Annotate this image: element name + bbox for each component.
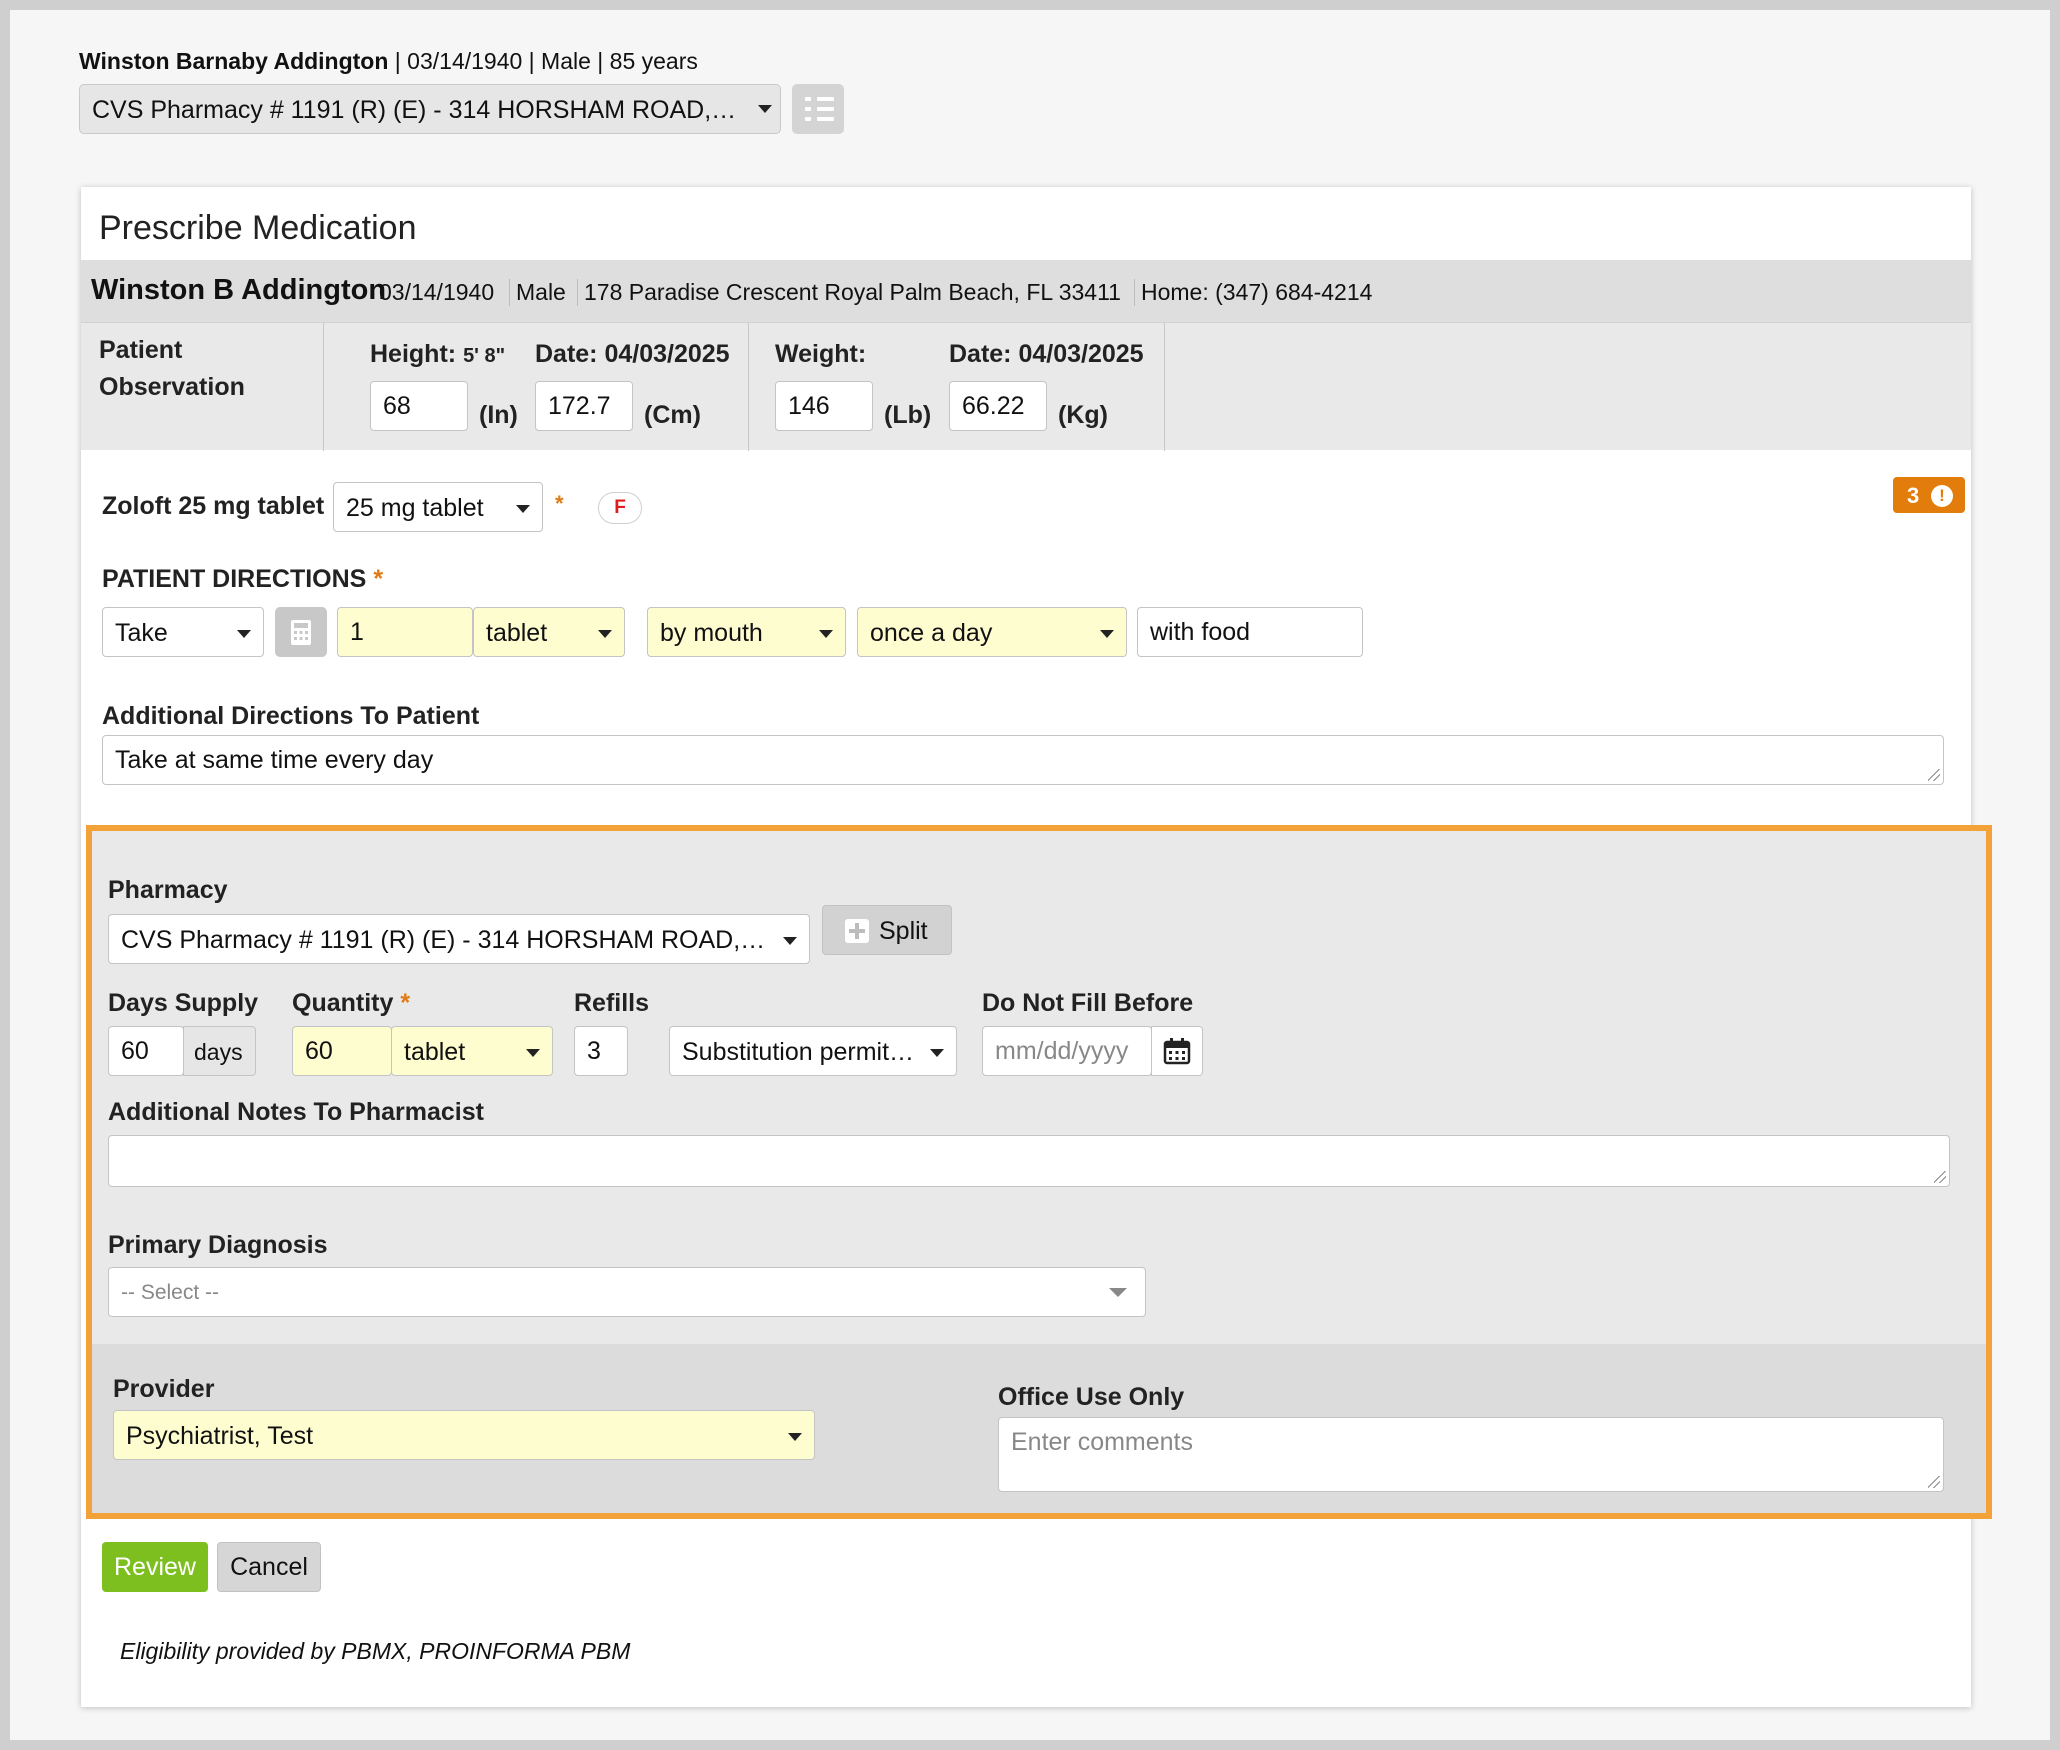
chevron-down-icon — [788, 1433, 802, 1441]
direction-extra-input[interactable]: with food — [1137, 607, 1363, 657]
weight-label: Weight: — [775, 340, 867, 368]
medication-name: Zoloft 25 mg tablet — [102, 492, 325, 520]
height-date: Date: 04/03/2025 — [535, 340, 730, 368]
height-in-unit: (In) — [479, 401, 518, 429]
pharmacy-list-button[interactable] — [792, 84, 844, 134]
refills-label: Refills — [574, 989, 650, 1017]
direction-verb-select[interactable]: Take — [102, 607, 264, 657]
page: Winston Barnaby Addington | 03/14/1940 |… — [10, 10, 2050, 1740]
patient-dob: 03/14/1940 — [379, 279, 495, 305]
office-use-label: Office Use Only — [998, 1383, 1185, 1411]
route-select[interactable]: by mouth — [647, 607, 846, 657]
notes-textarea[interactable] — [108, 1135, 1950, 1187]
height-cm-input[interactable]: 172.7 — [535, 381, 633, 431]
weight-kg-unit: (Kg) — [1058, 401, 1108, 429]
quantity-label: Quantity * — [292, 989, 411, 1017]
cancel-button[interactable]: Cancel — [217, 1542, 321, 1592]
directions-label: PATIENT DIRECTIONS * — [102, 565, 384, 593]
chevron-down-icon — [819, 630, 833, 638]
dose-input[interactable]: 1 — [337, 607, 473, 657]
split-label: Split — [879, 917, 928, 945]
alert-icon: ! — [1931, 485, 1953, 507]
height-label: Height: 5' 8" — [370, 340, 506, 368]
alert-badge[interactable]: 3 ! — [1893, 477, 1965, 513]
weight-lb-input[interactable]: 146 — [775, 381, 873, 431]
quantity-input[interactable]: 60 — [292, 1026, 392, 1076]
eligibility-note: Eligibility provided by PBMX, PROINFORMA… — [120, 1638, 631, 1664]
height-cm-unit: (Cm) — [644, 401, 701, 429]
patient-header-meta: | 03/14/1940 | Male | 85 years — [388, 48, 698, 74]
chevron-down-icon — [783, 937, 797, 945]
plus-icon — [845, 919, 869, 943]
provider-select[interactable]: Psychiatrist, Test — [113, 1410, 815, 1460]
pharmacy-selector[interactable]: CVS Pharmacy # 1191 (R) (E) - 314 HORSHA… — [79, 84, 781, 134]
observation-label-1: Patient — [99, 336, 183, 364]
additional-directions-textarea[interactable]: Take at same time every day — [102, 735, 1944, 785]
medication-form-select[interactable]: 25 mg tablet — [333, 482, 543, 532]
quantity-unit-select[interactable]: tablet — [391, 1026, 553, 1076]
chevron-down-icon — [598, 630, 612, 638]
chevron-down-icon — [1109, 1288, 1127, 1297]
dose-unit-select[interactable]: tablet — [473, 607, 625, 657]
pharmacy-label: Pharmacy — [108, 876, 228, 904]
chevron-down-icon — [516, 505, 530, 513]
patient-header: Winston Barnaby Addington | 03/14/1940 |… — [79, 48, 698, 75]
chevron-down-icon — [930, 1049, 944, 1057]
patient-phone: Home: (347) 684-4214 — [1134, 279, 1372, 306]
days-unit: days — [183, 1026, 256, 1076]
resize-grip-icon[interactable] — [1934, 1171, 1946, 1183]
pharmacy-selector-value: CVS Pharmacy # 1191 (R) (E) - 314 HORSHA… — [92, 96, 737, 124]
calculator-icon — [291, 620, 311, 645]
split-button[interactable]: Split — [822, 905, 952, 955]
review-button[interactable]: Review — [102, 1542, 208, 1592]
patient-header-name: Winston Barnaby Addington — [79, 48, 389, 74]
calendar-button[interactable] — [1151, 1026, 1203, 1076]
notes-label: Additional Notes To Pharmacist — [108, 1098, 484, 1126]
chevron-down-icon — [758, 105, 772, 113]
chevron-down-icon — [1100, 630, 1114, 638]
weight-lb-unit: (Lb) — [884, 401, 932, 429]
height-in-input[interactable]: 68 — [370, 381, 468, 431]
weight-date: Date: 04/03/2025 — [949, 340, 1144, 368]
rx-pharmacy-select[interactable]: CVS Pharmacy # 1191 (R) (E) - 314 HORSHA… — [108, 914, 810, 964]
patient-observation-bar: Patient Observation Height: 5' 8" Date: … — [81, 322, 1971, 451]
patient-demographics-bar: Winston B Addington 03/14/1940 Male 178 … — [81, 260, 1971, 322]
patient-sex: Male — [509, 279, 566, 306]
chevron-down-icon — [526, 1049, 540, 1057]
alert-count: 3 — [1907, 483, 1920, 508]
additional-directions-label: Additional Directions To Patient — [102, 702, 480, 730]
required-mark: * — [555, 491, 564, 516]
diagnosis-label: Primary Diagnosis — [108, 1231, 328, 1259]
diagnosis-select[interactable]: -- Select -- — [108, 1267, 1146, 1317]
refills-input[interactable]: 3 — [574, 1026, 628, 1076]
calendar-icon — [1163, 1038, 1191, 1065]
resize-grip-icon[interactable] — [1928, 1476, 1940, 1488]
office-comments-textarea[interactable]: Enter comments — [998, 1417, 1944, 1492]
provider-label: Provider — [113, 1375, 215, 1403]
patient-name: Winston B Addington — [91, 274, 387, 306]
days-supply-label: Days Supply — [108, 989, 259, 1017]
substitution-select[interactable]: Substitution permit… — [669, 1026, 957, 1076]
resize-grip-icon[interactable] — [1928, 769, 1940, 781]
page-title: Prescribe Medication — [99, 209, 417, 247]
observation-label-2: Observation — [99, 373, 245, 401]
days-supply-input[interactable]: 60 — [108, 1026, 184, 1076]
chevron-down-icon — [237, 630, 251, 638]
frequency-select[interactable]: once a day — [857, 607, 1127, 657]
do-not-fill-before-input[interactable]: mm/dd/yyyy — [982, 1026, 1152, 1076]
patient-address: 178 Paradise Crescent Royal Palm Beach, … — [577, 279, 1121, 306]
do-not-fill-before-label: Do Not Fill Before — [982, 989, 1194, 1017]
formulary-pill[interactable]: F — [598, 492, 642, 524]
provider-band: Provider Psychiatrist, Test Office Use O… — [92, 1344, 1986, 1513]
fulfillment-section: Pharmacy CVS Pharmacy # 1191 (R) (E) - 3… — [86, 825, 1992, 1519]
dose-calculator-button[interactable] — [275, 607, 327, 657]
weight-kg-input[interactable]: 66.22 — [949, 381, 1047, 431]
height-display: 5' 8" — [463, 345, 506, 367]
